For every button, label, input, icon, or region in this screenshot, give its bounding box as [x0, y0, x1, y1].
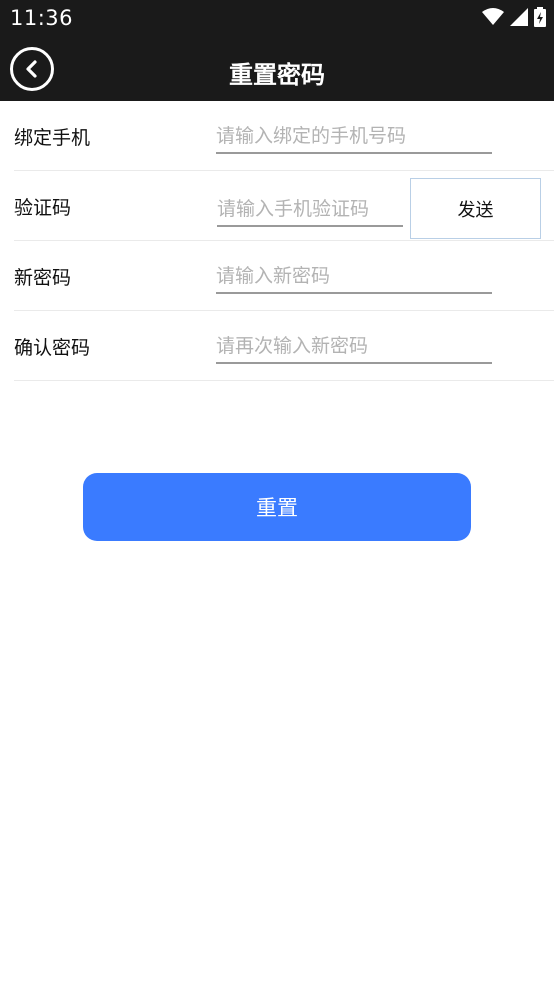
confirm-password-input[interactable]: [216, 330, 492, 364]
new-password-input[interactable]: [216, 260, 492, 294]
phone-label: 绑定手机: [14, 127, 91, 149]
reset-password-form: 绑定手机 验证码 发送 新密码 确认密码: [0, 101, 554, 381]
phone-input[interactable]: [216, 120, 492, 154]
wifi-icon: [482, 8, 504, 25]
status-icons: [482, 7, 546, 27]
verification-code-label: 验证码: [14, 197, 72, 219]
confirm-password-label: 确认密码: [14, 337, 91, 359]
status-time: 11:36: [10, 6, 74, 30]
send-code-button[interactable]: 发送: [410, 178, 541, 239]
new-password-label: 新密码: [14, 267, 72, 289]
status-bar: 11:36: [0, 0, 554, 38]
verification-code-input[interactable]: [217, 193, 403, 227]
page-title: 重置密码: [229, 61, 325, 89]
battery-charging-icon: [534, 7, 546, 27]
phone-row: 绑定手机: [14, 101, 554, 171]
signal-icon: [510, 8, 528, 26]
app-bar: 重置密码: [0, 38, 554, 101]
confirm-password-row: 确认密码: [14, 311, 554, 381]
new-password-row: 新密码: [14, 241, 554, 311]
verification-code-row: 验证码 发送: [14, 171, 554, 241]
reset-button[interactable]: 重置: [83, 473, 471, 541]
